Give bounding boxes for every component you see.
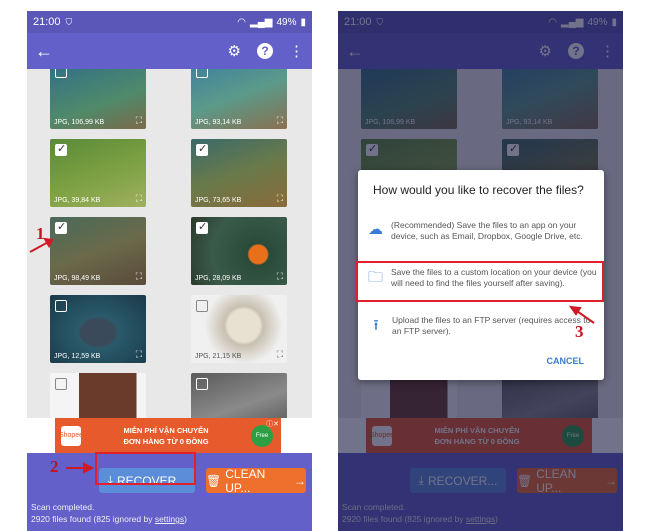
annotation-arrows (29, 237, 595, 474)
arrow-1-head (43, 237, 54, 249)
arrow-2-head (83, 462, 95, 474)
